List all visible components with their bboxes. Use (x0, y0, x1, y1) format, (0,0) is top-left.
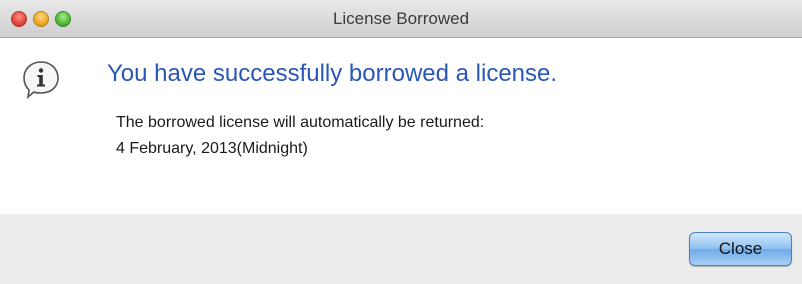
dialog-headline: You have successfully borrowed a license… (107, 60, 558, 87)
title-bar: License Borrowed (0, 0, 802, 38)
dialog-footer: Close (0, 214, 802, 284)
return-date-text: 4 February, 2013(Midnight) (116, 140, 308, 157)
close-button[interactable]: Close (689, 232, 792, 266)
info-icon (23, 61, 59, 99)
license-borrowed-dialog: License Borrowed You have successfully b… (0, 0, 802, 284)
dialog-content: You have successfully borrowed a license… (0, 38, 802, 214)
return-notice-text: The borrowed license will automatically … (116, 114, 485, 131)
window-title: License Borrowed (332, 9, 470, 28)
